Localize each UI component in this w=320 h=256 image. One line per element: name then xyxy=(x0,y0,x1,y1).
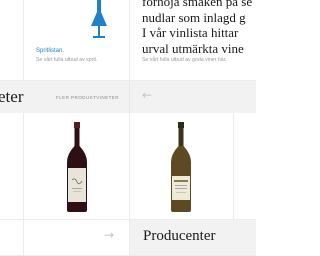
arrow-left-icon[interactable]: ← xyxy=(142,88,152,102)
wine-intro-line: nudlar som inlagd g xyxy=(142,9,246,25)
wine-intro-line: I vår vinlista hittar xyxy=(142,25,239,40)
red-wine-bottle-image[interactable] xyxy=(64,122,90,212)
more-products-link[interactable]: FLER PRODUKTVINETER xyxy=(56,95,119,100)
spirits-card-subtitle: Se vårt fulla utbud av sprit. xyxy=(36,57,98,63)
white-wine-bottle-image[interactable] xyxy=(168,122,194,212)
glass-icon xyxy=(91,0,107,38)
spirits-card-title[interactable]: Spritlistan. xyxy=(36,48,64,54)
grid-cell-edge-top xyxy=(0,0,24,80)
grid-cell-edge xyxy=(0,113,24,256)
producers-link[interactable]: Producenter xyxy=(130,220,256,256)
wine-intro-text: förhöja smaken på se nudlar som inlagd g… xyxy=(142,0,272,56)
products-section-title: eter xyxy=(0,87,24,106)
producers-title: Producenter xyxy=(143,228,216,244)
carousel-nav-bar: ← xyxy=(130,81,256,113)
arrow-right-icon[interactable]: → xyxy=(104,228,114,242)
spirits-card[interactable]: Spritlistan. Se vårt fulla utbud av spri… xyxy=(24,0,130,80)
products-header: eter FLER PRODUKTVINETER xyxy=(0,81,130,113)
wine-intro-subtitle[interactable]: Se vårt fulla utbud av goda viner här. xyxy=(142,57,227,63)
wine-intro-line: förhöja smaken på se xyxy=(142,0,253,9)
wine-intro-line: urval utmärkta vine xyxy=(142,40,244,56)
